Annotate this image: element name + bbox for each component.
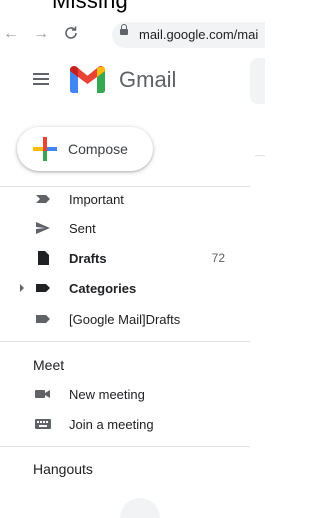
sidebar-item-drafts[interactable]: Drafts 72	[0, 244, 250, 272]
sidebar-item-label: Drafts	[69, 251, 107, 266]
label-icon	[35, 280, 51, 296]
keyboard-icon	[35, 416, 51, 432]
new-meeting-button[interactable]: New meeting	[0, 380, 250, 408]
gmail-logo-text: Gmail	[119, 67, 177, 92]
sidebar-item-categories[interactable]: Categories	[0, 274, 250, 302]
important-icon	[35, 191, 51, 207]
lock-icon	[120, 24, 128, 35]
sidebar-item-label: Important	[69, 192, 124, 207]
send-icon	[35, 220, 51, 236]
compose-button[interactable]: Compose	[17, 127, 153, 171]
join-meeting-label: Join a meeting	[69, 417, 154, 432]
hangouts-avatar-edge	[120, 498, 160, 518]
new-meeting-label: New meeting	[69, 387, 145, 402]
sidebar-item-label: Sent	[69, 221, 96, 236]
hamburger-icon[interactable]	[33, 73, 49, 85]
video-camera-icon	[35, 386, 51, 402]
meet-section-title: Meet	[33, 357, 65, 373]
divider	[255, 155, 265, 156]
sidebar-item-label: Categories	[69, 281, 137, 296]
divider	[0, 341, 250, 342]
arrow-right-icon[interactable]: →	[32, 25, 50, 43]
address-bar[interactable]: mail.google.com/mai	[112, 22, 265, 48]
join-meeting-button[interactable]: Join a meeting	[0, 410, 250, 438]
top-caption-text: Missing	[52, 0, 128, 13]
label-icon	[35, 311, 51, 327]
search-bar-edge[interactable]	[250, 58, 265, 104]
draft-icon	[35, 250, 51, 266]
sidebar-item-google-mail-drafts[interactable]: [Google Mail]Drafts	[0, 305, 250, 333]
expand-arrow-icon[interactable]	[20, 284, 24, 292]
compose-label: Compose	[68, 141, 128, 157]
address-url: mail.google.com/mai	[139, 27, 259, 42]
gmail-logo-icon[interactable]	[70, 65, 105, 93]
plus-icon	[33, 137, 57, 161]
sidebar-item-label: [Google Mail]Drafts	[69, 312, 181, 327]
hangouts-section-title: Hangouts	[33, 461, 93, 477]
unread-count: 72	[211, 251, 225, 265]
sidebar-item-important[interactable]: Important	[0, 185, 250, 213]
reload-icon[interactable]	[62, 25, 80, 43]
sidebar-item-sent[interactable]: Sent	[0, 214, 250, 242]
divider	[0, 446, 250, 447]
arrow-left-icon[interactable]: ←	[2, 25, 20, 43]
